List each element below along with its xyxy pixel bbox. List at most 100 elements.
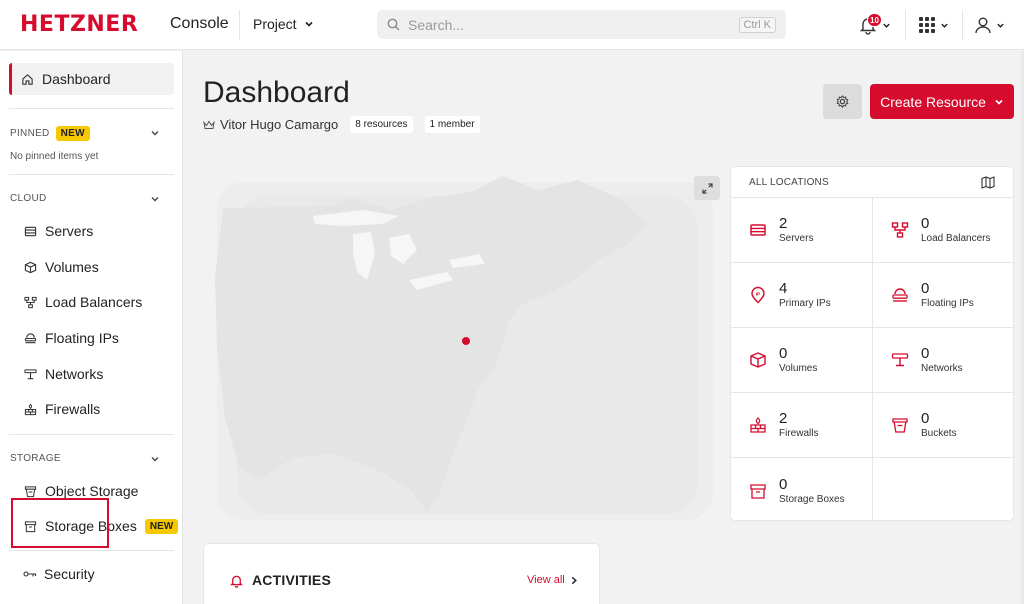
search-icon (387, 18, 400, 31)
security-highlight (11, 498, 109, 548)
page-title: Dashboard (203, 76, 350, 109)
crown-icon (203, 120, 215, 129)
section-pinned-header[interactable]: PINNED NEW (10, 126, 90, 141)
network-icon (24, 368, 37, 379)
section-cloud-header[interactable]: CLOUD (10, 193, 47, 204)
chevron-down-icon[interactable] (150, 194, 160, 204)
stat-count: 0 (921, 280, 930, 297)
create-resource-button[interactable]: Create Resource (870, 84, 1014, 119)
stat-count: 2 (779, 410, 788, 427)
location-stat-servers[interactable]: 2 Servers (731, 198, 873, 263)
activities-header: ACTIVITIES (229, 572, 331, 588)
section-storage-header[interactable]: STORAGE (10, 453, 61, 464)
location-stat-firewalls[interactable]: 2 Firewalls (731, 393, 873, 458)
volume-icon (750, 352, 766, 368)
location-stat-load-balancers[interactable]: 0 Load Balancers (873, 198, 1013, 263)
stat-label: Floating IPs (921, 298, 974, 309)
user-menu-button[interactable] (974, 11, 1005, 39)
sidebar: Dashboard PINNED NEW No pinned items yet… (0, 51, 183, 604)
new-badge: NEW (55, 126, 90, 141)
firewall-icon (750, 417, 766, 433)
resources-count-pill: 8 resources (350, 116, 413, 133)
apps-grid-icon (919, 17, 935, 33)
sidebar-item-load-balancers[interactable]: Load Balancers (24, 292, 142, 312)
search-bar[interactable]: Search... Ctrl K (377, 10, 786, 39)
chevron-down-icon (305, 21, 313, 27)
key-icon (23, 571, 37, 577)
sidebar-item-security[interactable]: Security (23, 566, 95, 582)
sidebar-item-networks[interactable]: Networks (24, 364, 103, 384)
section-title: PINNED (10, 128, 50, 139)
sidebar-item-dashboard[interactable]: Dashboard (9, 63, 174, 95)
project-label: Project (253, 16, 297, 32)
location-stat-volumes[interactable]: 0 Volumes (731, 328, 873, 393)
view-all-link[interactable]: View all (527, 574, 578, 586)
all-locations-header: ALL LOCATIONS (731, 167, 1013, 198)
stat-count: 4 (779, 280, 788, 297)
sidebar-item-volumes[interactable]: Volumes (24, 257, 99, 277)
locations-map[interactable] (203, 168, 723, 530)
location-stat-floating-ips[interactable]: 0 Floating IPs (873, 263, 1013, 328)
server-icon (24, 226, 37, 236)
chevron-down-icon[interactable] (150, 128, 160, 138)
card-title: ALL LOCATIONS (749, 176, 829, 188)
divider (239, 10, 240, 40)
activities-card: ACTIVITIES View all (203, 543, 600, 604)
chevron-down-icon (941, 23, 948, 28)
location-marker-icon[interactable] (462, 337, 470, 345)
bell-icon (230, 575, 243, 588)
pinned-empty-text: No pinned items yet (10, 151, 99, 162)
activities-title: ACTIVITIES (252, 572, 332, 588)
map-icon[interactable] (981, 175, 995, 189)
notifications-button[interactable]: 10 (858, 11, 891, 39)
stat-label: Firewalls (779, 428, 819, 439)
project-dropdown[interactable]: Project (253, 16, 314, 32)
view-all-label: View all (527, 574, 565, 586)
location-stat-primary-ips[interactable]: IP 4 Primary IPs (731, 263, 873, 328)
chevron-down-icon (883, 23, 890, 28)
apps-menu-button[interactable] (918, 11, 949, 39)
stat-count: 2 (779, 215, 788, 232)
new-badge: NEW (144, 518, 179, 534)
project-meta: Vitor Hugo Camargo 8 resources 1 member (203, 116, 480, 133)
primary-ip-icon: IP (751, 286, 765, 304)
hetzner-logo[interactable]: HETZNER (20, 12, 138, 37)
search-input[interactable]: Search... (408, 17, 739, 33)
gear-icon (836, 95, 849, 109)
sidebar-item-floating-ips[interactable]: Floating IPs (24, 328, 119, 348)
stat-label: Buckets (921, 428, 957, 439)
bucket-icon (892, 418, 908, 433)
section-title: CLOUD (10, 193, 47, 204)
floating-ip-icon (892, 288, 908, 302)
members-count-pill: 1 member (424, 116, 480, 133)
divider (962, 10, 963, 40)
sidebar-item-firewalls[interactable]: Firewalls (24, 399, 100, 419)
storage-box-icon (750, 483, 766, 499)
server-icon (750, 224, 766, 236)
load-balancer-icon (891, 222, 909, 238)
owner: Vitor Hugo Camargo (203, 117, 338, 132)
volume-icon (24, 261, 37, 273)
chevron-down-icon[interactable] (150, 454, 160, 464)
divider (905, 10, 906, 40)
stat-label: Load Balancers (921, 233, 991, 244)
location-stat-buckets[interactable]: 0 Buckets (873, 393, 1013, 458)
sidebar-item-label: Firewalls (45, 401, 101, 417)
network-icon (891, 353, 909, 367)
search-shortcut: Ctrl K (738, 16, 776, 33)
svg-text:IP: IP (756, 292, 761, 298)
stat-count: 0 (779, 475, 788, 493)
sidebar-item-servers[interactable]: Servers (24, 221, 93, 241)
stat-label: Servers (779, 233, 814, 244)
expand-map-button[interactable] (694, 176, 720, 200)
divider (9, 174, 174, 175)
sidebar-item-label: Networks (45, 366, 104, 382)
dashboard-settings-button[interactable] (823, 84, 862, 119)
user-icon (975, 17, 991, 34)
stat-count: 0 (779, 345, 788, 362)
location-stat-networks[interactable]: 0 Networks (873, 328, 1013, 393)
firewall-icon (24, 403, 37, 415)
sidebar-item-label: Security (44, 566, 95, 582)
location-stat-storage-boxes[interactable]: 0 Storage Boxes (731, 458, 873, 520)
chevron-down-icon (995, 99, 1003, 105)
